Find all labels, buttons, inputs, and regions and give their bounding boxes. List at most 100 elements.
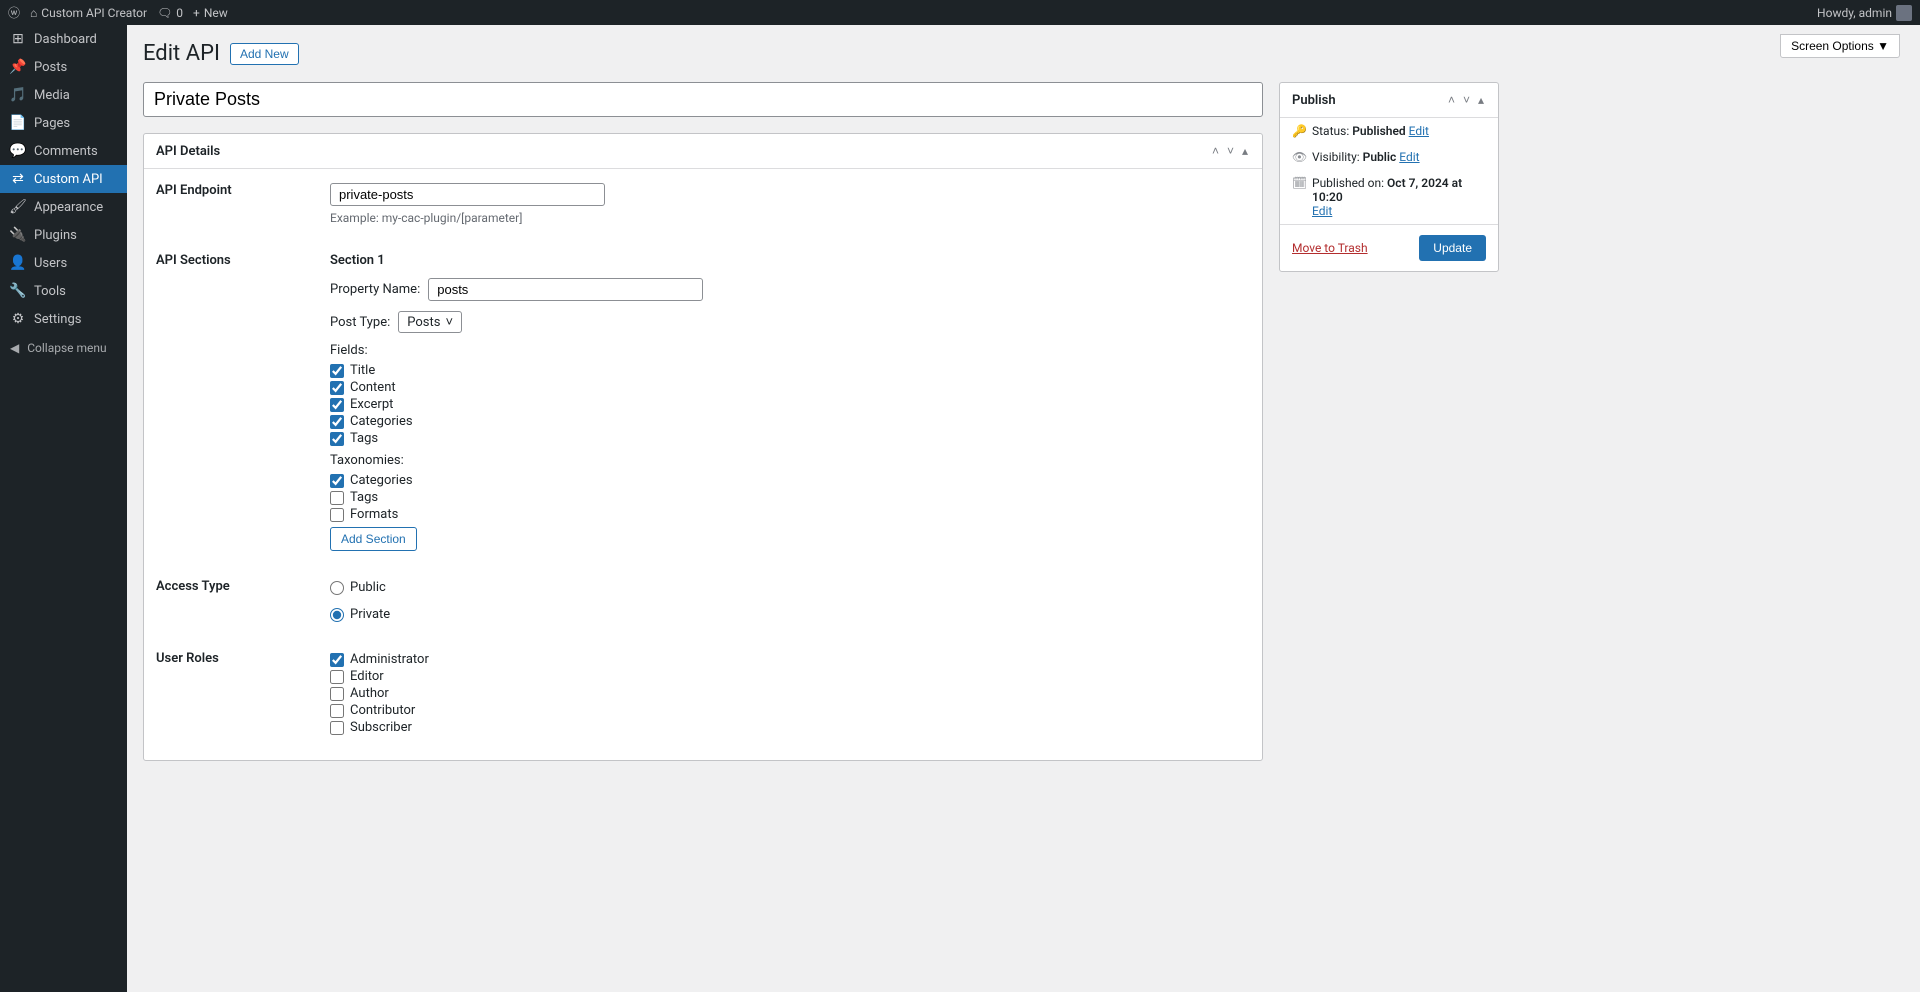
- tax-label: Categories: [350, 473, 413, 488]
- field-label: Excerpt: [350, 397, 393, 412]
- new-content-link[interactable]: +New: [193, 6, 228, 20]
- toggle-button[interactable]: ▴: [1240, 142, 1250, 160]
- chevron-down-icon: ˅: [445, 314, 453, 330]
- tool-icon: 🔧: [10, 283, 26, 299]
- sidebar-item-label: Media: [34, 88, 70, 103]
- status-edit-link[interactable]: Edit: [1409, 124, 1429, 138]
- sidebar-item-posts[interactable]: 📌Posts: [0, 53, 127, 81]
- sidebar-item-label: Settings: [34, 312, 81, 327]
- user-icon: 👤: [10, 255, 26, 271]
- publish-toggle-button[interactable]: ▴: [1476, 91, 1486, 109]
- settings-icon: ⚙: [10, 311, 26, 327]
- page-heading: Edit API: [143, 41, 220, 66]
- account-link[interactable]: Howdy, admin: [1817, 5, 1912, 21]
- user-roles-label: User Roles: [156, 651, 330, 666]
- media-icon: 🎵: [10, 87, 26, 103]
- comment-icon: 🗨: [157, 6, 172, 20]
- collapse-menu-button[interactable]: ◀Collapse menu: [0, 333, 127, 363]
- title-input[interactable]: [143, 82, 1263, 117]
- sidebar-item-pages[interactable]: 📄 Pages: [0, 109, 127, 137]
- site-name-link[interactable]: ⌂Custom API Creator: [30, 6, 147, 20]
- tax-tags-checkbox[interactable]: [330, 491, 344, 505]
- publish-move-up-button[interactable]: ˄: [1446, 91, 1457, 109]
- add-new-button[interactable]: Add New: [230, 43, 299, 65]
- publish-header[interactable]: Publish ˄ ˅ ▴: [1280, 83, 1498, 118]
- role-author-checkbox[interactable]: [330, 687, 344, 701]
- field-tags-checkbox[interactable]: [330, 432, 344, 446]
- wp-logo-button[interactable]: ⓦ: [8, 4, 20, 21]
- admin-sidebar: ⊞Dashboard📌Posts 🎵 Media 📄 Pages 💬Comments⇄Cu…: [0, 25, 127, 992]
- add-section-button[interactable]: Add Section: [330, 527, 417, 551]
- role-contributor-checkbox[interactable]: [330, 704, 344, 718]
- field-label: Tags: [350, 431, 378, 446]
- sidebar-item-label: Tools: [34, 284, 66, 299]
- visibility-edit-link[interactable]: Edit: [1399, 150, 1419, 164]
- field-title-checkbox[interactable]: [330, 364, 344, 378]
- api-details-header[interactable]: API Details ˄ ˅ ▴: [144, 134, 1262, 169]
- sections-label: API Sections: [156, 253, 330, 268]
- calendar-icon: 🗓: [1292, 176, 1306, 190]
- field-content-checkbox[interactable]: [330, 381, 344, 395]
- screen-options-button[interactable]: Screen Options ▼: [1780, 34, 1900, 58]
- key-icon: 🔑: [1292, 124, 1306, 138]
- dashboard-icon: ⊞: [10, 31, 26, 47]
- move-down-button[interactable]: ˅: [1225, 142, 1236, 160]
- sidebar-item-plugins[interactable]: 🔌Plugins: [0, 221, 127, 249]
- brush-icon: 🖌: [10, 199, 26, 215]
- move-up-button[interactable]: ˄: [1210, 142, 1221, 160]
- fields-label: Fields:: [330, 343, 1250, 358]
- admin-bar: ⓦ ⌂Custom API Creator 🗨0 +New Howdy, adm…: [0, 0, 1920, 25]
- post-type-select[interactable]: Posts˅: [398, 311, 462, 333]
- access-public-label: Public: [350, 580, 386, 595]
- move-to-trash-link[interactable]: Move to Trash: [1292, 241, 1368, 255]
- access-private-radio[interactable]: [330, 608, 344, 622]
- caret-up-icon: ▴: [1242, 144, 1248, 158]
- date-edit-link[interactable]: Edit: [1312, 204, 1332, 218]
- main-content: Screen Options ▼ Edit API Add New API De…: [127, 25, 1920, 793]
- tax-label: Tags: [350, 490, 378, 505]
- plug-icon: 🔌: [10, 227, 26, 243]
- sidebar-item-settings[interactable]: ⚙ Settings: [0, 305, 127, 333]
- role-administrator-checkbox[interactable]: [330, 653, 344, 667]
- chevron-up-icon: ˄: [1212, 144, 1219, 158]
- caret-up-icon: ▴: [1478, 93, 1484, 107]
- access-type-label: Access Type: [156, 579, 330, 594]
- sidebar-item-media[interactable]: 🎵 Media: [0, 81, 127, 109]
- field-label: Categories: [350, 414, 413, 429]
- field-categories-checkbox[interactable]: [330, 415, 344, 429]
- sidebar-item-comments[interactable]: 💬Comments: [0, 137, 127, 165]
- access-public-radio[interactable]: [330, 581, 344, 595]
- tax-formats-checkbox[interactable]: [330, 508, 344, 522]
- access-private-label: Private: [350, 607, 390, 622]
- sidebar-item-appearance[interactable]: 🖌 Appearance: [0, 193, 127, 221]
- role-label: Editor: [350, 669, 384, 684]
- sidebar-item-custom-api[interactable]: ⇄Custom API: [0, 165, 127, 193]
- field-excerpt-checkbox[interactable]: [330, 398, 344, 412]
- chevron-down-icon: ˅: [1463, 93, 1470, 107]
- chevron-up-icon: ˄: [1448, 93, 1455, 107]
- field-label: Title: [350, 363, 375, 378]
- property-name-input[interactable]: [428, 278, 703, 301]
- sidebar-item-label: Pages: [34, 116, 70, 131]
- sidebar-item-label: Posts: [34, 60, 67, 75]
- publish-move-down-button[interactable]: ˅: [1461, 91, 1472, 109]
- avatar-icon: [1896, 5, 1912, 21]
- sidebar-item-dashboard[interactable]: ⊞Dashboard: [0, 25, 127, 53]
- field-label: Content: [350, 380, 396, 395]
- endpoint-input[interactable]: [330, 183, 605, 206]
- sidebar-item-users[interactable]: 👤Users: [0, 249, 127, 277]
- sidebar-item-label: Appearance: [34, 200, 103, 215]
- tax-categories-checkbox[interactable]: [330, 474, 344, 488]
- property-name-label: Property Name:: [330, 282, 420, 297]
- page-icon: 📄: [10, 115, 26, 131]
- role-subscriber-checkbox[interactable]: [330, 721, 344, 735]
- post-type-label: Post Type:: [330, 315, 390, 330]
- sidebar-item-tools[interactable]: 🔧 Tools: [0, 277, 127, 305]
- sidebar-item-label: Comments: [34, 144, 98, 159]
- comments-link[interactable]: 🗨0: [157, 6, 183, 20]
- eye-icon: 👁: [1292, 150, 1306, 164]
- wordpress-icon: ⓦ: [8, 4, 20, 21]
- plus-icon: +: [193, 6, 200, 20]
- update-button[interactable]: Update: [1419, 235, 1486, 261]
- role-editor-checkbox[interactable]: [330, 670, 344, 684]
